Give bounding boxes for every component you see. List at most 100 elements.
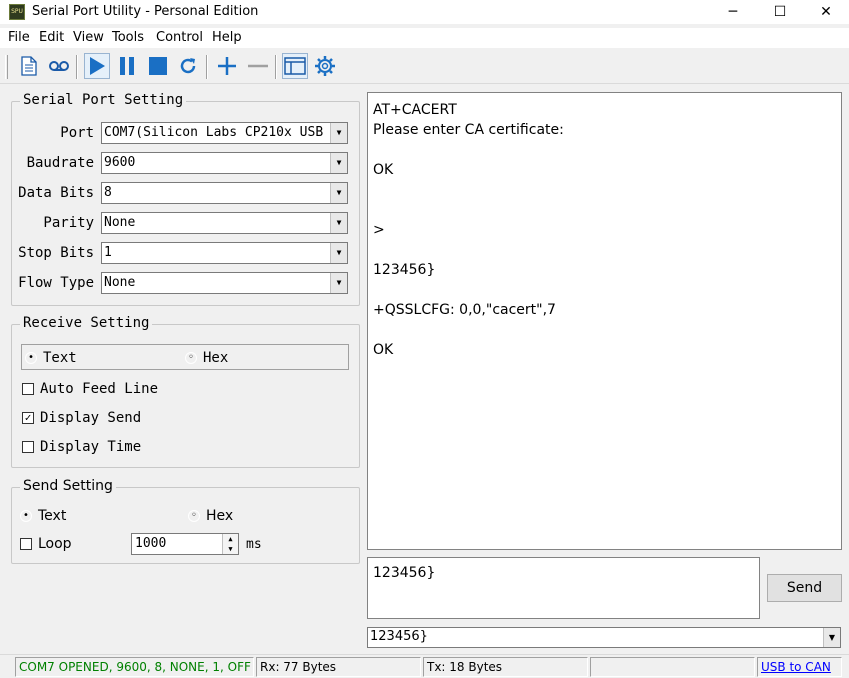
menu-control[interactable]: Control [156,30,203,45]
receive-line: Please enter CA certificate: [373,122,564,138]
parity-label: Parity [43,215,94,231]
minimize-button[interactable]: ─ [710,0,756,24]
stop-bits-value: 1 [104,245,112,260]
checkmark-icon: ✓ [22,412,34,424]
stop-bits-select[interactable]: 1 ▼ [101,242,348,264]
port-select[interactable]: COM7(Silicon Labs CP210x USB ▼ [101,122,348,144]
window-title: Serial Port Utility - Personal Edition [32,4,259,19]
baudrate-value: 9600 [104,155,136,170]
send-setting-title: Send Setting [20,478,116,494]
app-icon: SPU [9,4,25,20]
auto-feed-line-checkbox[interactable]: Auto Feed Line [22,381,158,397]
baudrate-label: Baudrate [26,155,94,171]
flow-type-select[interactable]: None ▼ [101,272,348,294]
status-bar: COM7 OPENED, 9600, 8, NONE, 1, OFF Rx: 7… [0,654,849,678]
data-bits-select[interactable]: 8 ▼ [101,182,348,204]
new-file-icon[interactable] [16,53,42,79]
data-bits-value: 8 [104,185,112,200]
spin-down-icon[interactable]: ▼ [222,544,238,554]
receive-setting-title: Receive Setting [20,315,153,331]
chevron-down-icon[interactable]: ▼ [330,213,347,233]
window-icon[interactable] [282,53,308,79]
receive-line [373,280,836,300]
receive-line [373,240,836,260]
menu-bar: File Edit View Tools Control Help [0,28,849,48]
checkbox-unchecked-icon [20,538,32,550]
send-history-select[interactable]: 123456} ▼ [367,627,841,648]
receive-line: 123456} [373,262,436,278]
menu-tools[interactable]: Tools [112,30,144,45]
menu-help[interactable]: Help [212,30,242,45]
serial-port-setting-title: Serial Port Setting [20,92,187,108]
send-hex-label: Hex [206,508,234,524]
radio-unselected-icon: ◦ [185,352,197,364]
baudrate-select[interactable]: 9600 ▼ [101,152,348,174]
stop-bits-label: Stop Bits [18,245,94,261]
receive-line: OK [373,162,394,178]
stop-icon[interactable] [145,53,171,79]
loop-label: Loop [38,536,72,552]
refresh-icon[interactable] [175,53,201,79]
status-empty-cell [590,657,755,677]
title-bar: SPU Serial Port Utility - Personal Editi… [0,0,849,24]
send-text-label: Text [38,508,67,524]
maximize-button[interactable]: ☐ [757,0,803,24]
data-bits-label: Data Bits [18,185,94,201]
chevron-down-icon[interactable]: ▼ [330,123,347,143]
usb-to-can-link[interactable]: USB to CAN [757,657,842,677]
chevron-down-icon[interactable]: ▼ [330,273,347,293]
receive-line [373,140,836,160]
send-text-area[interactable]: 123456} [367,557,760,619]
chevron-down-icon[interactable]: ▼ [330,153,347,173]
toolbar-separator [206,55,208,79]
receive-lines: AT+CACERT Please enter CA certificate: OK >… [373,100,836,360]
send-history-value: 123456} [370,629,428,644]
plus-icon[interactable] [214,53,240,79]
receive-line [373,180,836,200]
menu-edit[interactable]: Edit [39,30,64,45]
send-button[interactable]: Send [767,574,842,602]
send-hex-radio[interactable]: ◦ Hex [188,508,233,524]
receive-text-area[interactable]: AT+CACERT Please enter CA certificate: OK >… [367,92,842,550]
receive-line [373,200,836,220]
display-time-checkbox[interactable]: Display Time [22,439,141,455]
receive-hex-radio[interactable]: ◦ Hex [185,350,228,366]
receive-line: +QSSLCFG: 0,0,"cacert",7 [373,302,556,318]
receive-line [373,320,836,340]
send-text: 123456} [373,565,436,581]
interval-unit-label: ms [246,537,262,552]
display-send-label: Display Send [40,410,142,426]
record-icon[interactable] [46,53,72,79]
receive-hex-label: Hex [203,350,229,366]
receive-text-label: Text [43,350,77,366]
send-text-radio[interactable]: • Text [20,508,66,524]
display-send-checkbox[interactable]: ✓ Display Send [22,410,141,426]
receive-line: AT+CACERT [373,102,457,118]
loop-interval-spinner[interactable]: 1000 ▲ ▼ [131,533,239,555]
loop-checkbox[interactable]: Loop [20,536,72,552]
gear-icon[interactable] [312,53,338,79]
toolbar-separator [275,55,277,79]
parity-select[interactable]: None ▼ [101,212,348,234]
flow-type-label: Flow Type [18,275,94,291]
checkbox-unchecked-icon [22,441,34,453]
rx-counter: Rx: 77 Bytes [256,657,421,677]
pause-icon[interactable] [114,53,140,79]
toolbar-separator [76,55,78,79]
spin-up-icon[interactable]: ▲ [222,534,238,544]
toolbar-grip[interactable] [5,55,8,79]
auto-feed-line-label: Auto Feed Line [40,381,159,397]
port-value: COM7(Silicon Labs CP210x USB [104,125,324,140]
menu-view[interactable]: View [73,30,104,45]
receive-line: OK [373,342,394,358]
checkbox-unchecked-icon [22,383,34,395]
chevron-down-icon[interactable]: ▼ [823,628,840,647]
play-icon[interactable] [84,53,110,79]
minus-icon[interactable] [245,53,271,79]
parity-value: None [104,215,136,230]
receive-text-radio[interactable]: • Text [25,350,77,366]
chevron-down-icon[interactable]: ▼ [330,183,347,203]
chevron-down-icon[interactable]: ▼ [330,243,347,263]
close-button[interactable]: ✕ [803,0,849,24]
menu-file[interactable]: File [8,30,30,45]
